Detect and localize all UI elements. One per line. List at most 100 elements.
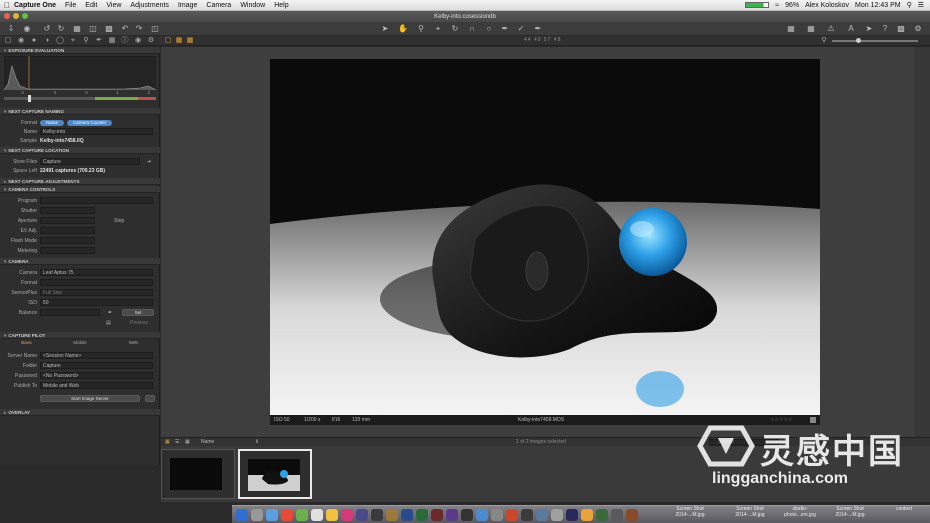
tab-mobile[interactable]: Mobile <box>53 339 106 347</box>
system-prefs-dock-icon[interactable] <box>491 509 503 521</box>
format-tokens[interactable]: Name Camera Counter <box>40 119 115 127</box>
bridge-dock-icon[interactable] <box>431 509 443 521</box>
ev-adj-select[interactable] <box>40 227 95 234</box>
sensorplus-select[interactable]: Full Size <box>40 289 153 296</box>
image-viewer[interactable]: ISO 50 1/200 s f/16 120 mm Kelby-into745… <box>161 47 930 437</box>
camera-select[interactable]: Leaf Aptus 75 <box>40 269 153 276</box>
single-view-icon[interactable]: ▢ <box>164 37 172 45</box>
zoom-slider-handle[interactable] <box>856 38 861 43</box>
undo-icon[interactable]: ↶ <box>120 24 130 34</box>
menu-camera[interactable]: Camera <box>206 2 231 9</box>
picker-icon[interactable]: ✓ <box>516 24 526 34</box>
set-balance-button[interactable]: Set <box>122 309 154 316</box>
spotlight-icon[interactable]: ⚲ <box>907 1 912 9</box>
zoom-out-icon[interactable]: ⚲ <box>820 37 828 45</box>
tab-web[interactable]: Web <box>107 339 160 347</box>
user-name[interactable]: Alex Koloskov <box>805 2 849 9</box>
dock-folder-label[interactable]: context <box>884 506 924 512</box>
capture-icon[interactable]: ◉ <box>22 24 32 34</box>
shutter-select[interactable] <box>40 207 95 214</box>
menu-window[interactable]: Window <box>240 2 265 9</box>
menu-app-name[interactable]: Capture One <box>14 2 56 9</box>
rotate-tool-icon[interactable]: ↻ <box>450 24 460 34</box>
minimize-window-button[interactable] <box>13 13 19 19</box>
print-toolbar-icon[interactable]: ▩ <box>896 24 906 34</box>
publish-select[interactable]: Mobile and Web <box>40 382 153 389</box>
exposure-tab-icon[interactable]: ◑ <box>43 37 51 45</box>
brush-icon[interactable]: ✒ <box>500 24 510 34</box>
circle-mask-icon[interactable]: ○ <box>484 24 494 34</box>
app-dock-icon[interactable] <box>581 509 593 521</box>
local-adjust-tab-icon[interactable]: ✒ <box>95 37 103 45</box>
camera-format-select[interactable] <box>40 279 153 286</box>
menu-file[interactable]: File <box>65 2 76 9</box>
app-dock-icon[interactable] <box>506 509 518 521</box>
app-dock-icon[interactable] <box>521 509 533 521</box>
apple-menu-icon[interactable]:  <box>0 1 14 10</box>
name-token[interactable]: Name <box>40 120 65 126</box>
section-next-capture-adjustments[interactable]: ▸ NEXT CAPTURE ADJUSTMENTS <box>0 178 160 185</box>
lightroom-dock-icon[interactable] <box>386 509 398 521</box>
photos-dock-icon[interactable] <box>356 509 368 521</box>
start-image-server-button[interactable]: Start Image Server <box>40 395 140 402</box>
app-dock-icon[interactable] <box>566 509 578 521</box>
redo-icon[interactable]: ↷ <box>134 24 144 34</box>
server-options-button[interactable] <box>145 395 155 402</box>
calendar-dock-icon[interactable] <box>311 509 323 521</box>
import-icon[interactable]: ⇩ <box>6 24 16 34</box>
photoshop-dock-icon[interactable] <box>401 509 413 521</box>
crop-icon[interactable]: ⌖ <box>433 24 443 34</box>
menu-view[interactable]: View <box>106 2 121 9</box>
balance-select[interactable] <box>40 309 100 316</box>
print-icon[interactable]: ▩ <box>104 24 114 34</box>
thumbnail-2-selected[interactable] <box>238 449 312 499</box>
notifications-icon[interactable]: ☰ <box>918 1 924 9</box>
eyedropper-icon[interactable]: ✒ <box>108 309 112 317</box>
metering-select[interactable] <box>40 247 95 254</box>
battery-icon[interactable] <box>745 2 770 8</box>
trash-icon[interactable]: ◫ <box>88 24 98 34</box>
camera-counter-token[interactable]: Camera Counter <box>67 120 113 126</box>
lens-tab-icon[interactable]: ◯ <box>56 37 64 45</box>
grid-icon[interactable]: ▦ <box>786 24 796 34</box>
dock-file-label[interactable]: studio-photo...ers.jpg <box>780 506 820 518</box>
chrome-dock-icon[interactable] <box>281 509 293 521</box>
app-dock-icon[interactable] <box>611 509 623 521</box>
program-select[interactable] <box>40 197 153 204</box>
exposure-warning-icon[interactable]: ⚠ <box>826 24 836 34</box>
launchpad-dock-icon[interactable] <box>251 509 263 521</box>
app-dock-icon[interactable] <box>596 509 608 521</box>
itunes-dock-icon[interactable] <box>341 509 353 521</box>
flash-mode-select[interactable] <box>40 237 95 244</box>
tab-basic[interactable]: Basic <box>0 339 53 347</box>
process-icon[interactable]: ▦ <box>72 24 82 34</box>
menu-help[interactable]: Help <box>274 2 288 9</box>
menu-image[interactable]: Image <box>178 2 197 9</box>
batch-tab-icon[interactable]: ⚙ <box>147 37 155 45</box>
app-dock-icon[interactable] <box>626 509 638 521</box>
composition-tab-icon[interactable]: ⌖ <box>69 37 77 45</box>
section-camera-controls[interactable]: ▾ CAMERA CONTROLS <box>0 186 160 193</box>
messages-dock-icon[interactable] <box>296 509 308 521</box>
dock-file-label[interactable]: Screen Shot 2014-...M.jpg <box>830 506 870 518</box>
output-tab-icon[interactable]: ◉ <box>134 37 142 45</box>
multi-view-icon[interactable]: ▦ <box>175 37 183 45</box>
metadata-tab-icon[interactable]: ⓘ <box>121 37 129 45</box>
select-cursor-icon[interactable]: ➤ <box>380 24 390 34</box>
server-name-input[interactable]: <Session Name> <box>40 352 153 359</box>
reset-icon[interactable]: ◫ <box>150 24 160 34</box>
color-tab-icon[interactable]: ● <box>30 37 38 45</box>
zoom-window-button[interactable] <box>22 13 28 19</box>
keystone-icon[interactable]: ∩ <box>467 24 477 34</box>
capture-tab-icon[interactable]: ◉ <box>17 37 25 45</box>
zoom-slider[interactable] <box>832 38 918 43</box>
details-tab-icon[interactable]: ⚲ <box>82 37 90 45</box>
menu-adjustments[interactable]: Adjustments <box>130 2 169 9</box>
folder-select[interactable]: Capture <box>40 362 153 369</box>
settings-gear-icon[interactable]: ⚙ <box>913 24 923 34</box>
name-input[interactable]: Kelby-into <box>40 128 153 135</box>
app-store-dock-icon[interactable] <box>476 509 488 521</box>
dreamweaver-dock-icon[interactable] <box>416 509 428 521</box>
dock-file-label[interactable]: Screen Shot 2014-...M.jpg <box>670 506 710 518</box>
photo-preview[interactable] <box>270 59 820 415</box>
